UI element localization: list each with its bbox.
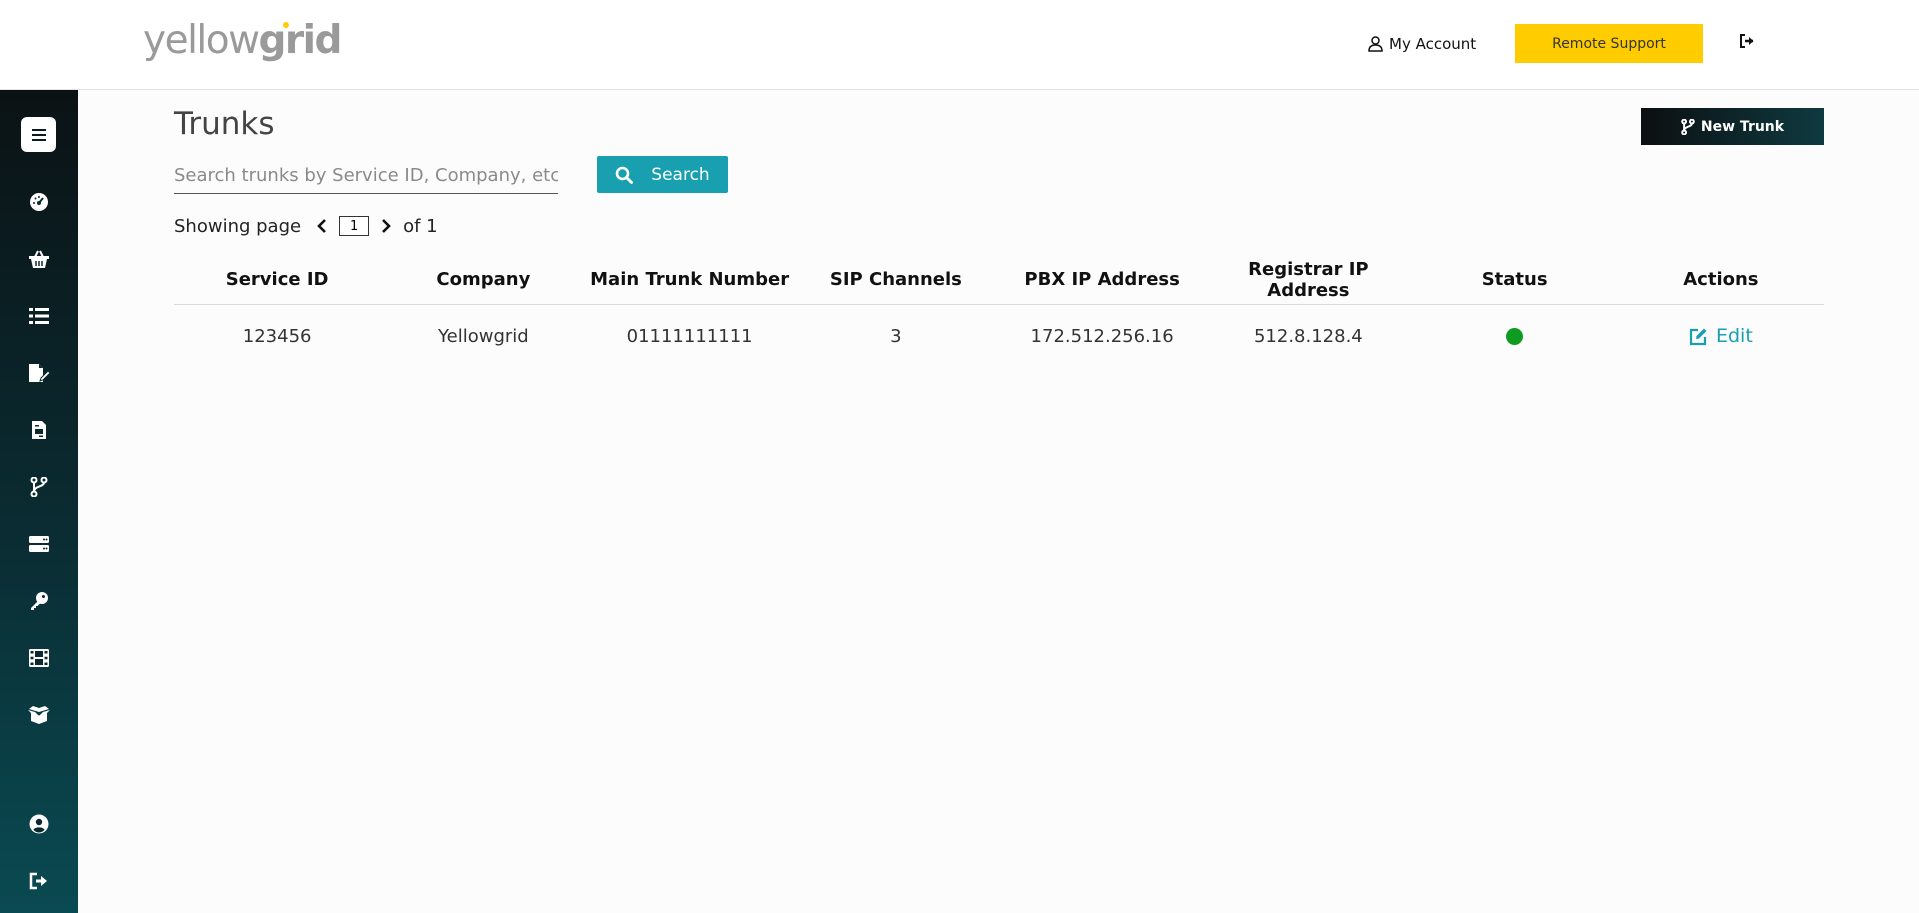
edit-icon: [1689, 328, 1707, 345]
basket-icon: [29, 250, 49, 268]
cell-service-id: 123456: [242, 325, 312, 347]
chevron-left-icon: [317, 219, 327, 233]
cell-pbx-ip: 172.512.256.16: [1030, 325, 1174, 347]
menu-toggle-button[interactable]: [21, 117, 56, 152]
sidebar-item-quotes[interactable]: [0, 353, 78, 393]
logout-button[interactable]: [1738, 32, 1760, 54]
sidebar-item-profile[interactable]: [0, 804, 78, 844]
previous-page-button[interactable]: [311, 215, 333, 237]
sidebar-item-logout[interactable]: [0, 861, 78, 901]
table-header: Service ID Company Main Trunk Number SIP…: [174, 255, 1824, 305]
chevron-right-icon: [382, 219, 391, 233]
trunks-table: Service ID Company Main Trunk Number SIP…: [174, 255, 1824, 367]
cell-registrar-ip: 512.8.128.4: [1253, 325, 1363, 347]
cell-status: [1412, 327, 1618, 345]
sidebar-item-servers[interactable]: [0, 524, 78, 564]
search-button-label: Search: [651, 164, 710, 185]
user-circle-icon: [29, 814, 49, 834]
cell-sip-channels: 3: [890, 325, 902, 347]
column-header-actions: Actions: [1683, 269, 1759, 290]
search-icon: [615, 166, 634, 184]
column-header-status: Status: [1481, 269, 1548, 290]
sidebar-item-list[interactable]: [0, 296, 78, 336]
sidebar-item-licences[interactable]: [0, 581, 78, 621]
cell-company: Yellowgrid: [438, 325, 529, 347]
code-branch-icon: [30, 477, 48, 497]
server-icon: [29, 536, 49, 552]
logo-text-part1: yellow: [143, 18, 260, 63]
sign-out-icon: [1740, 34, 1754, 48]
sidebar-item-media[interactable]: [0, 638, 78, 678]
status-indicator: [1506, 327, 1524, 345]
sidebar-item-dashboard[interactable]: [0, 182, 78, 222]
new-trunk-label: New Trunk: [1700, 118, 1785, 135]
file-invoice-icon: [32, 421, 46, 439]
cell-actions: Edit: [1618, 325, 1824, 347]
pagination: Showing page of 1: [174, 212, 438, 240]
column-header-main-trunk-number: Main Trunk Number: [590, 269, 790, 290]
column-header-service-id: Service ID: [225, 269, 329, 290]
my-account-label: My Account: [1389, 35, 1477, 53]
code-branch-icon: [1681, 118, 1695, 135]
sidebar: [0, 90, 78, 913]
logo[interactable]: yellowgrid: [143, 18, 343, 63]
next-page-button[interactable]: [375, 215, 397, 237]
logo-text-part2-wrap: grid: [258, 18, 343, 63]
column-header-registrar-ip: Registrar IP Address: [1248, 258, 1369, 301]
top-bar: yellowgrid My Account Remote Support: [0, 0, 1919, 90]
edit-label: Edit: [1715, 325, 1753, 347]
sidebar-item-invoices[interactable]: [0, 410, 78, 450]
search-input[interactable]: [174, 158, 558, 194]
remote-support-button[interactable]: Remote Support: [1515, 24, 1703, 63]
user-icon: [1368, 36, 1383, 52]
column-header-sip-channels: SIP Channels: [829, 269, 962, 290]
list-icon: [29, 308, 49, 324]
my-account-link[interactable]: My Account: [1368, 33, 1476, 55]
film-icon: [29, 649, 49, 667]
file-signature-icon: [29, 364, 50, 382]
sidebar-item-basket[interactable]: [0, 239, 78, 279]
sidebar-item-trunks[interactable]: [0, 467, 78, 507]
box-open-icon: [28, 706, 50, 724]
key-icon: [31, 592, 48, 610]
pagination-prefix: Showing page: [174, 215, 302, 237]
logo-text-part2: grid: [258, 18, 343, 63]
table-row: 123456 Yellowgrid 01111111111 3 172.512.…: [174, 305, 1824, 367]
page-title: Trunks: [174, 106, 275, 142]
column-header-pbx-ip: PBX IP Address: [1024, 269, 1180, 290]
logo-accent-dot: [282, 22, 289, 28]
edit-button[interactable]: Edit: [1689, 325, 1753, 347]
dashboard-icon: [30, 193, 48, 211]
cell-main-trunk-number: 01111111111: [626, 325, 753, 347]
page-number-input[interactable]: [339, 216, 370, 236]
search-button[interactable]: Search: [597, 156, 728, 193]
pagination-suffix: of 1: [403, 215, 438, 237]
sign-out-icon: [29, 872, 47, 890]
sidebar-item-products[interactable]: [0, 695, 78, 735]
new-trunk-button[interactable]: New Trunk: [1641, 108, 1824, 145]
column-header-company: Company: [436, 269, 531, 290]
hamburger-icon: [31, 128, 46, 141]
